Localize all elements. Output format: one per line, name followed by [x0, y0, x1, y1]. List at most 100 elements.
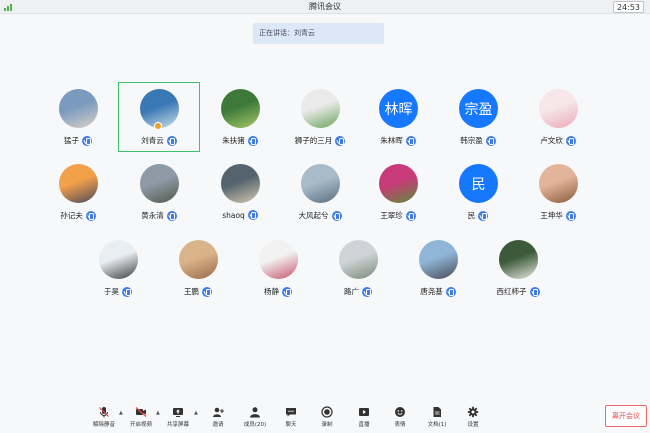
participant-name: 西红柿子 [496, 287, 527, 296]
emoji-icon [395, 407, 405, 417]
participant-name-row: 猛子 [38, 135, 118, 146]
participant-name: 路广 [344, 287, 359, 296]
settings-button[interactable]: 设置 [453, 406, 493, 432]
participant-tile[interactable]: 于昊 [78, 233, 158, 305]
emoji-button[interactable]: 表情 [380, 406, 420, 432]
participant-name: 朱林晖 [380, 136, 403, 145]
invite-button[interactable]: 邀请 [198, 406, 238, 432]
participant-tile[interactable]: 朱扶猪 [200, 82, 280, 154]
avatar-initials: 宗盈 [464, 101, 493, 118]
avatar [221, 164, 260, 203]
avatar [301, 89, 340, 128]
participant-tile[interactable]: 王鹏 [158, 233, 238, 305]
bottom-toolbar: 解除静音 ▲ 开启视频 ▲ 共享屏幕 ▲ 邀请 成员(20) 聊天 录制 直播 … [0, 400, 650, 433]
participant-tile[interactable]: 宗盈韩宗盈 [438, 82, 518, 154]
avatar [179, 240, 218, 279]
mic-icon [335, 135, 346, 146]
participant-tile[interactable]: 民民 [438, 157, 518, 229]
participant-tile[interactable]: 杨静 [238, 233, 318, 305]
participant-name-row: 唐尧基 [398, 286, 478, 297]
live-button[interactable]: 直播 [344, 406, 384, 432]
participant-tile[interactable]: 王翠珍 [358, 157, 438, 229]
mic-icon [478, 210, 489, 221]
avatar-initials: 林晖 [384, 101, 413, 118]
participant-tile[interactable]: 唐尧基 [398, 233, 478, 305]
avatar [59, 164, 98, 203]
participant-name-row: 王翠珍 [358, 210, 438, 221]
participant-name-row: 路广 [318, 286, 398, 297]
participant-name-row: 于昊 [78, 286, 158, 297]
participant-tile[interactable]: shaoq [200, 157, 280, 229]
video-off-icon [135, 407, 147, 417]
participant-tile[interactable]: 西红柿子 [478, 233, 558, 305]
meeting-window: 腾讯会议 24:53 正在讲话：刘青云 猛子 刘青云 朱扶猪 狮子的三月 林晖 朱林晖 宗盈… [0, 0, 650, 433]
unmute-button[interactable]: 解除静音 [84, 406, 124, 432]
document-icon [433, 407, 441, 417]
mic-icon [166, 210, 177, 221]
participant-name-row: 朱扶猪 [200, 135, 280, 146]
participant-name-row: 孙记夫 [38, 210, 118, 221]
avatar [339, 240, 378, 279]
mic-icon [405, 135, 416, 146]
participant-tile[interactable]: 狮子的三月 [280, 82, 360, 154]
start-video-button[interactable]: 开启视频 [121, 406, 161, 432]
mic-icon [122, 286, 132, 297]
participant-name: 杨静 [264, 287, 279, 296]
avatar [379, 164, 418, 203]
participant-name-row: 韩宗盈 [438, 135, 518, 146]
mic-icon [282, 286, 292, 297]
avatar [539, 89, 578, 128]
mic-icon [247, 135, 258, 146]
participant-name-row: 西红柿子 [478, 286, 558, 297]
participant-tile[interactable]: 林晖朱林晖 [358, 82, 438, 154]
participant-name: 刘青云 [141, 136, 164, 145]
mic-icon [202, 286, 212, 297]
participant-name: 王坤华 [540, 211, 563, 220]
participant-name-row: 黄永清 [119, 210, 199, 221]
mic-icon [565, 210, 576, 221]
participant-tile[interactable]: 大风起兮 [280, 157, 360, 229]
participant-name: 韩宗盈 [460, 136, 483, 145]
participant-tile[interactable]: 刘青云 [119, 82, 199, 154]
avatar: 民 [459, 164, 498, 203]
chat-button[interactable]: 聊天 [271, 406, 311, 432]
participant-tile[interactable]: 黄永清 [119, 157, 199, 229]
mic-icon [85, 210, 96, 221]
avatar [539, 164, 578, 203]
mic-icon [565, 135, 576, 146]
leave-meeting-button[interactable]: 离开会议 [605, 405, 647, 427]
mic-icon [445, 286, 456, 297]
participant-name: 大风起兮 [298, 211, 329, 220]
avatar [221, 89, 260, 128]
participant-name-row: 大风起兮 [280, 210, 360, 221]
avatar [301, 164, 340, 203]
share-screen-button[interactable]: 共享屏幕 [158, 406, 198, 432]
mic-icon [405, 210, 416, 221]
participant-name: shaoq [222, 210, 245, 220]
participant-name-row: 民 [438, 210, 518, 221]
title-bar: 腾讯会议 24:53 [0, 0, 650, 14]
participant-tile[interactable]: 孙记夫 [38, 157, 118, 229]
document-button[interactable]: 文档(1) [417, 406, 457, 432]
participant-tile[interactable]: 王坤华 [518, 157, 598, 229]
participant-name: 卢文欣 [540, 136, 563, 145]
participant-name-row: 狮子的三月 [280, 135, 360, 146]
mic-icon [331, 210, 342, 221]
avatar: 林晖 [379, 89, 418, 128]
participant-name: 狮子的三月 [294, 136, 333, 145]
participant-tile[interactable]: 路广 [318, 233, 398, 305]
members-button[interactable]: 成员(20) [235, 406, 275, 432]
avatar [419, 240, 458, 279]
participant-tile[interactable]: 猛子 [38, 82, 118, 154]
mic-muted-icon [99, 407, 109, 418]
mic-icon [166, 135, 177, 146]
mic-icon [362, 286, 372, 297]
share-screen-icon [173, 408, 183, 417]
members-icon [250, 407, 260, 418]
chat-icon [286, 408, 296, 417]
record-button[interactable]: 录制 [307, 406, 347, 432]
participant-name: 孙记夫 [60, 211, 83, 220]
participant-tile[interactable]: 卢文欣 [518, 82, 598, 154]
avatar [59, 89, 98, 128]
meeting-timer: 24:53 [612, 1, 644, 13]
